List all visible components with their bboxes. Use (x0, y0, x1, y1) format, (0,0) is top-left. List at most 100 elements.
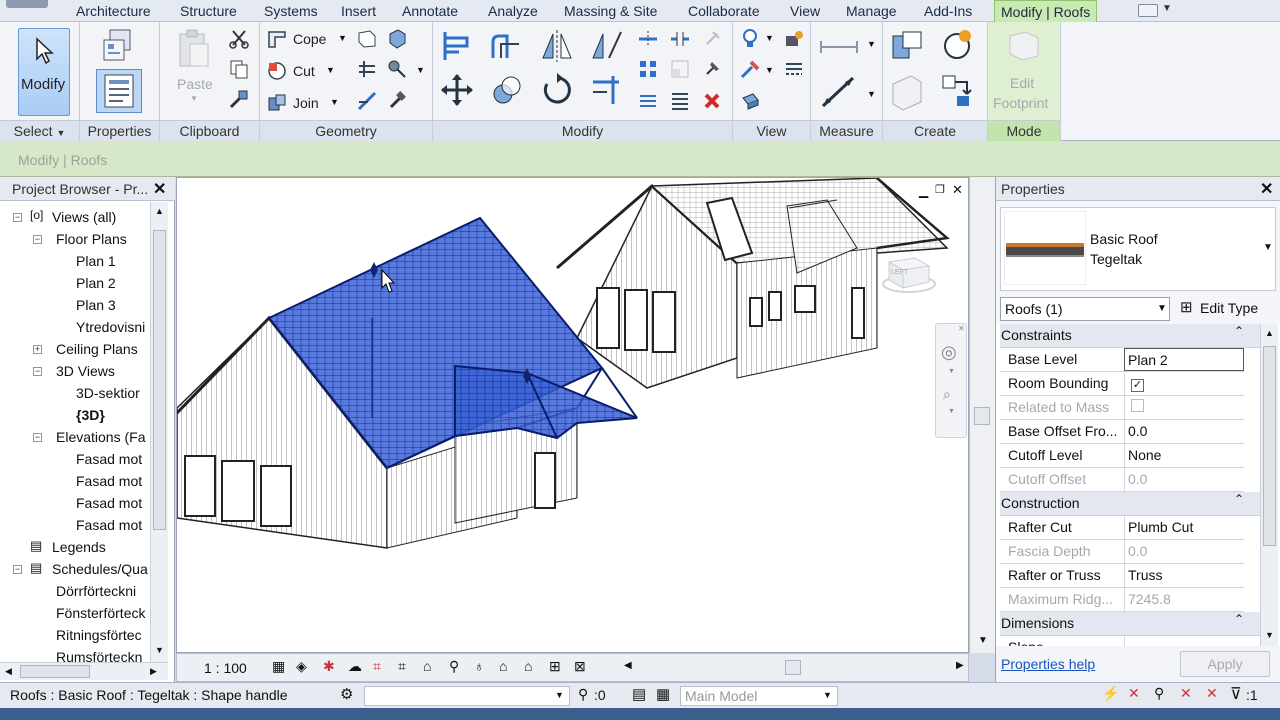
prop-row-base-level[interactable]: Base Level Plan 2 (1000, 348, 1244, 372)
select-by-face-icon[interactable]: ✕ (1180, 685, 1192, 702)
shadows-icon[interactable]: ☁ (348, 658, 362, 675)
zoom-icon[interactable]: ⌕ (943, 386, 951, 403)
group-dimensions[interactable]: Dimensions ⌃ (1000, 612, 1260, 636)
measure-distance-icon[interactable] (819, 36, 859, 58)
lightbulb-icon[interactable] (739, 28, 761, 50)
select-underlay-icon[interactable]: ✕ (1128, 685, 1140, 702)
hammer-icon[interactable] (386, 90, 408, 112)
collapse-group-icon[interactable]: ⌃ (1234, 324, 1244, 338)
3d-viewport[interactable]: ▁ ❐ ✕ LEFT ✕ ◎ ▼ ⌕ ▼ (176, 177, 969, 653)
tree-item-plan-3[interactable]: Plan 3 (76, 297, 116, 313)
cope-icon[interactable] (266, 28, 288, 50)
tree-item-elevations[interactable]: Elevations (Fa (56, 429, 145, 445)
tree-item-ytredovisning[interactable]: Ytredovisni (76, 319, 145, 335)
chevron-down-icon[interactable]: ▼ (948, 408, 955, 415)
mirror-draw-icon[interactable] (589, 28, 625, 64)
chevron-down-icon[interactable]: ▼ (867, 89, 876, 99)
prop-row-cutoff-level[interactable]: Cutoff Level None (1000, 444, 1244, 468)
scroll-thumb[interactable] (20, 665, 90, 678)
copy-element-icon[interactable] (489, 72, 525, 108)
visual-style-icon[interactable]: ◈ (296, 658, 307, 675)
prop-value-rafter-cut[interactable]: Plumb Cut (1124, 516, 1244, 539)
chevron-down-icon[interactable]: ▼ (338, 33, 347, 43)
collapse-toggle[interactable]: − (13, 565, 22, 574)
collapse-toggle[interactable]: − (13, 213, 22, 222)
tree-item-floor-plans[interactable]: Floor Plans (56, 231, 127, 247)
paint-icon[interactable] (386, 28, 408, 50)
tree-item-legends[interactable]: Legends (52, 539, 106, 555)
tree-item-3d-views[interactable]: 3D Views (56, 363, 115, 379)
editable-only-icon[interactable]: ⚲ (578, 686, 588, 703)
temp-hide-icon[interactable]: ⚲ (449, 658, 459, 675)
worksets-icon[interactable]: ⚙ (340, 685, 353, 703)
array-icon[interactable] (637, 58, 659, 80)
app-menu-button[interactable] (6, 0, 48, 8)
prop-row-slope[interactable]: Slope (1000, 636, 1244, 646)
group-constraints[interactable]: Constraints ⌃ (1000, 324, 1260, 348)
modify-button[interactable]: Modify (18, 28, 70, 116)
chevron-down-icon[interactable]: ▼ (867, 39, 876, 49)
override-graphics-icon[interactable] (739, 58, 761, 80)
select-pinned-icon[interactable]: ⚲ (1154, 685, 1164, 702)
tab-annotate[interactable]: Annotate (402, 3, 458, 19)
tree-item-plan-1[interactable]: Plan 1 (76, 253, 116, 269)
tree-item-elevation-4[interactable]: Fasad mot (76, 517, 142, 533)
chevron-down-icon[interactable]: ▼ (765, 33, 774, 43)
prop-value-base-offset[interactable]: 0.0 (1124, 420, 1244, 443)
tab-manage[interactable]: Manage (846, 3, 897, 19)
join-icon[interactable] (266, 92, 288, 114)
create-group-icon[interactable] (889, 72, 925, 112)
tab-view[interactable]: View (790, 3, 820, 19)
scale-selector[interactable]: 1 : 100 (204, 660, 247, 676)
pin-icon[interactable] (701, 58, 723, 80)
steering-wheel-icon[interactable]: ◎ (941, 342, 957, 363)
worksharing-icon[interactable]: ⌂ (524, 658, 532, 674)
align-icon[interactable] (439, 28, 475, 64)
tree-item-drawing-list[interactable]: Ritningsförtec (56, 627, 142, 643)
scroll-up-icon[interactable]: ▲ (155, 206, 164, 216)
prop-value-base-level[interactable]: Plan 2 (1124, 348, 1244, 371)
linework-view-icon[interactable] (783, 58, 805, 80)
tree-item-elevation-2[interactable]: Fasad mot (76, 473, 142, 489)
array-linear-icon[interactable] (669, 90, 691, 112)
analytical-model-icon[interactable]: ⊠ (574, 658, 586, 675)
scroll-down-icon[interactable]: ▼ (155, 645, 164, 655)
collapse-toggle[interactable]: − (33, 367, 42, 376)
chevron-down-icon[interactable]: ▼ (1162, 3, 1172, 14)
checkbox-checked[interactable]: ✓ (1131, 379, 1144, 392)
scroll-down-icon[interactable]: ▼ (978, 635, 988, 646)
hide-element-icon[interactable] (783, 28, 805, 50)
match-properties-icon[interactable] (228, 88, 250, 110)
building-model[interactable] (177, 178, 969, 653)
group-construction[interactable]: Construction ⌃ (1000, 492, 1260, 516)
tree-item-views-all[interactable]: Views (all) (52, 209, 116, 225)
prop-value-slope[interactable] (1124, 636, 1244, 646)
chevron-right-icon[interactable]: ▶ (956, 660, 964, 671)
select-dropdown[interactable]: Select ▼ (0, 120, 79, 141)
scroll-down-icon[interactable]: ▼ (1265, 630, 1274, 640)
scroll-thumb[interactable] (153, 230, 166, 530)
tab-modify-roofs[interactable]: Modify | Roofs (994, 0, 1098, 23)
collapse-toggle[interactable]: − (33, 235, 42, 244)
view-vertical-scrollbar[interactable]: ▼ (969, 177, 995, 653)
edit-footprint-icon[interactable] (1006, 28, 1042, 64)
tab-add-ins[interactable]: Add-Ins (924, 3, 972, 19)
edit-footprint-label-2[interactable]: Footprint (993, 95, 1048, 111)
crop-view-icon[interactable]: ⌗ (373, 658, 381, 675)
align-distribute-icon[interactable] (637, 90, 659, 112)
horizontal-scroll-thumb[interactable] (785, 660, 801, 675)
temp-view-props-icon[interactable]: ⌂ (499, 658, 507, 674)
apply-button[interactable]: Apply (1180, 651, 1270, 677)
chevron-down-icon[interactable]: ▼ (1263, 242, 1273, 253)
chevron-down-icon[interactable]: ▼ (326, 65, 335, 75)
chevron-down-icon[interactable]: ▼ (416, 65, 425, 75)
tree-item-elevation-3[interactable]: Fasad mot (76, 495, 142, 511)
properties-icon[interactable] (96, 69, 142, 113)
ribbon-minimize-icon[interactable] (1138, 4, 1158, 17)
viewcube[interactable]: LEFT (877, 248, 937, 298)
tree-item-door-schedule[interactable]: Dörrförteckni (56, 583, 136, 599)
drag-elements-icon[interactable]: ✕ (1206, 685, 1218, 702)
aligned-dimension-icon[interactable] (819, 72, 859, 112)
highlight-displacement-icon[interactable]: ⊞ (549, 658, 561, 675)
paste-icon[interactable] (176, 28, 212, 70)
